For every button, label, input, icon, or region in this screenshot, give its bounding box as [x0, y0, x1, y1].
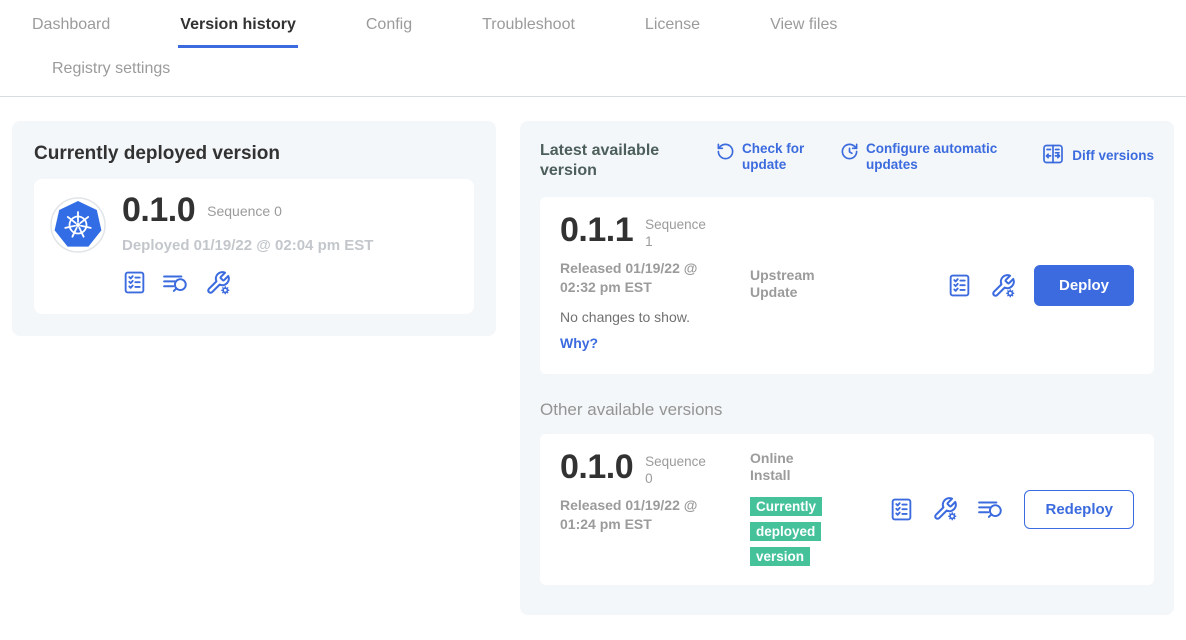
- tab-version-history[interactable]: Version history: [178, 12, 298, 48]
- tab-view-files[interactable]: View files: [768, 12, 839, 48]
- deploy-button[interactable]: Deploy: [1034, 265, 1134, 306]
- configure-automatic-updates-label: Configure automatic updates: [866, 141, 1004, 173]
- configure-automatic-updates-link[interactable]: Configure automatic updates: [840, 141, 1004, 173]
- other-source-column: Online Install Currently deployed versio…: [750, 450, 880, 569]
- view-logs-icon[interactable]: [161, 270, 191, 296]
- refresh-icon: [716, 141, 735, 173]
- diff-versions-label: Diff versions: [1072, 148, 1154, 164]
- tab-registry-settings[interactable]: Registry settings: [50, 56, 172, 80]
- currently-deployed-panel: Currently deployed version: [12, 121, 496, 336]
- other-sequence-label: Sequence 0: [645, 454, 715, 488]
- check-for-update-label: Check for update: [742, 141, 814, 173]
- latest-available-panel: Latest available version Check for updat…: [520, 121, 1174, 615]
- preflight-checklist-icon[interactable]: [122, 270, 147, 295]
- latest-actions: Deploy: [947, 265, 1134, 306]
- tab-license[interactable]: License: [643, 12, 702, 48]
- other-released-timestamp: Released 01/19/22 @ 01:24 pm EST: [560, 496, 722, 534]
- diff-versions-link[interactable]: Diff versions: [1041, 141, 1154, 170]
- view-logs-icon[interactable]: [976, 496, 1006, 522]
- wrench-gear-icon[interactable]: [205, 270, 231, 296]
- wrench-gear-icon[interactable]: [932, 496, 958, 522]
- latest-source-label: Upstream Update: [750, 267, 830, 301]
- deployed-version-card: 0.1.0 Sequence 0 Deployed 01/19/22 @ 02:…: [34, 179, 474, 314]
- other-actions: Redeploy: [889, 490, 1134, 529]
- latest-available-title: Latest available version: [540, 141, 690, 181]
- diff-icon: [1041, 141, 1065, 170]
- latest-source-column: Upstream Update: [750, 213, 880, 301]
- why-link[interactable]: Why?: [560, 335, 750, 351]
- latest-version-number: 0.1.1: [560, 213, 633, 249]
- deployed-timestamp: Deployed 01/19/22 @ 02:04 pm EST: [122, 237, 373, 254]
- other-version-number: 0.1.0: [560, 450, 633, 486]
- other-version-info: 0.1.0 Sequence 0 Released 01/19/22 @ 01:…: [560, 450, 750, 534]
- nav-row-1: Dashboard Version history Config Trouble…: [0, 12, 1186, 48]
- latest-available-header: Latest available version Check for updat…: [540, 141, 1154, 181]
- latest-version-info: 0.1.1 Sequence 1 Released 01/19/22 @ 02:…: [560, 213, 750, 351]
- currently-deployed-title: Currently deployed version: [34, 143, 474, 165]
- deployed-version-info: 0.1.0 Sequence 0 Deployed 01/19/22 @ 02:…: [122, 193, 373, 296]
- currently-deployed-badge: Currently deployed version: [750, 494, 836, 569]
- check-for-update-link[interactable]: Check for update: [716, 141, 814, 173]
- tab-troubleshoot[interactable]: Troubleshoot: [480, 12, 577, 48]
- latest-released-timestamp: Released 01/19/22 @ 02:32 pm EST: [560, 259, 722, 297]
- latest-version-card: 0.1.1 Sequence 1 Released 01/19/22 @ 02:…: [540, 197, 1154, 374]
- tab-config[interactable]: Config: [364, 12, 414, 48]
- other-version-card: 0.1.0 Sequence 0 Released 01/19/22 @ 01:…: [540, 434, 1154, 585]
- deployed-sequence-label: Sequence 0: [207, 203, 282, 219]
- no-changes-text: No changes to show.: [560, 309, 750, 325]
- redeploy-button[interactable]: Redeploy: [1024, 490, 1134, 529]
- preflight-checklist-icon[interactable]: [889, 497, 914, 522]
- other-source-label: Online Install: [750, 450, 830, 484]
- other-available-versions-title: Other available versions: [540, 400, 1154, 420]
- main-content: Currently deployed version: [0, 97, 1186, 615]
- tab-dashboard[interactable]: Dashboard: [30, 12, 112, 48]
- nav-row-2: Registry settings: [0, 48, 1186, 96]
- kubernetes-logo-icon: [50, 197, 106, 258]
- deployed-version-number: 0.1.0: [122, 193, 195, 229]
- latest-sequence-label: Sequence 1: [645, 217, 715, 251]
- schedule-update-icon: [840, 141, 859, 173]
- top-navigation: Dashboard Version history Config Trouble…: [0, 0, 1186, 97]
- wrench-gear-icon[interactable]: [990, 273, 1016, 299]
- preflight-checklist-icon[interactable]: [947, 273, 972, 298]
- currently-deployed-badge-text: Currently deployed version: [750, 497, 822, 566]
